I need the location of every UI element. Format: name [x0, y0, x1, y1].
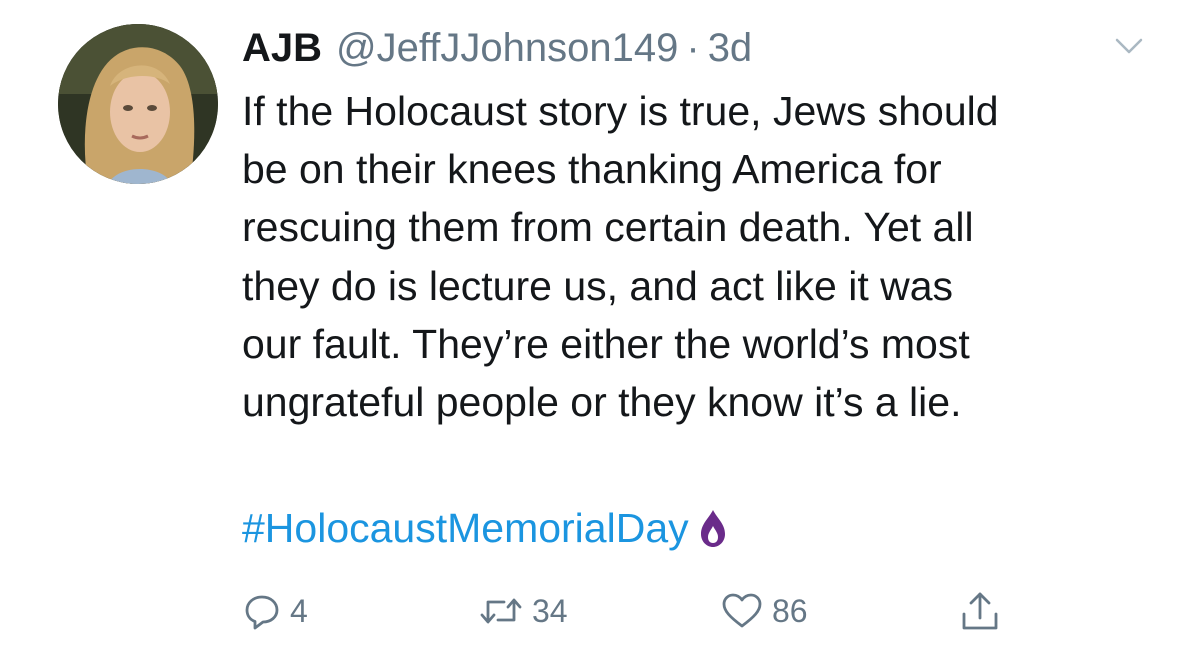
reply-icon	[245, 595, 279, 630]
purple-flame-icon	[699, 508, 727, 548]
tweet[interactable]: AJB @JeffJJohnson149 · 3d If the Holocau…	[0, 0, 1200, 660]
tweet-header: AJB @JeffJJohnson149 · 3d	[242, 18, 752, 78]
display-name[interactable]: AJB	[242, 18, 322, 78]
share-button[interactable]	[958, 586, 1002, 636]
separator-dot: ·	[686, 26, 700, 70]
tweet-text: If the Holocaust story is true, Jews sho…	[242, 88, 999, 426]
avatar[interactable]	[58, 24, 218, 184]
heart-icon	[722, 593, 762, 628]
hashtag-row: #HolocaustMemorialDay	[242, 498, 727, 558]
hashtag-link[interactable]: #HolocaustMemorialDay	[242, 499, 689, 557]
retweet-count: 34	[532, 592, 568, 629]
retweet-icon	[480, 598, 522, 624]
like-button[interactable]: 86	[720, 586, 808, 636]
chevron-down-icon	[1115, 38, 1143, 54]
timestamp[interactable]: 3d	[708, 18, 753, 78]
user-handle[interactable]: @JeffJJohnson149	[336, 18, 678, 78]
retweet-button[interactable]: 34	[478, 586, 568, 636]
share-icon	[962, 592, 998, 630]
like-count: 86	[772, 592, 808, 629]
tweet-menu-button[interactable]	[1114, 34, 1144, 58]
avatar-image	[58, 24, 218, 184]
tweet-actions: 4 34 86	[242, 586, 1102, 636]
reply-button[interactable]: 4	[242, 586, 308, 636]
reply-count: 4	[290, 592, 308, 629]
